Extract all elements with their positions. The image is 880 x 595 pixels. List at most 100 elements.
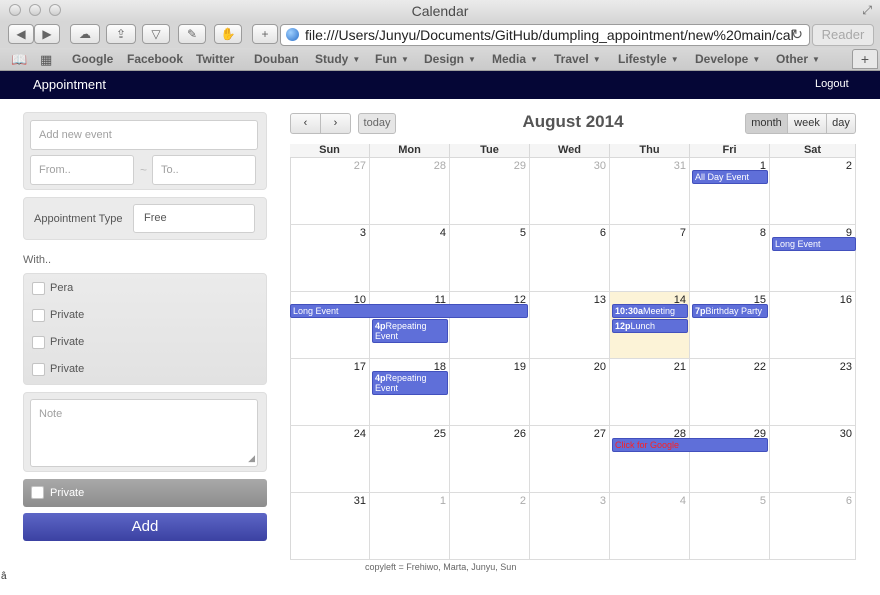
bookmark-folder-travel[interactable]: Travel ▼ <box>554 52 601 66</box>
participant-checkbox-private-1[interactable] <box>32 309 45 322</box>
day-cell[interactable]: 10 <box>290 292 370 359</box>
day-cell[interactable]: 30 <box>770 426 856 493</box>
day-cell[interactable]: 30 <box>530 158 610 225</box>
bookmark-folder-study[interactable]: Study ▼ <box>315 52 360 66</box>
calendar-event[interactable]: Long Event <box>772 237 856 251</box>
view-week-button[interactable]: week <box>787 113 827 134</box>
day-cell[interactable]: 8 <box>690 225 770 292</box>
day-cell[interactable]: 5 <box>450 225 530 292</box>
day-cell[interactable]: 17 <box>290 359 370 426</box>
to-input[interactable]: To.. <box>152 155 256 185</box>
day-cell[interactable]: 24 <box>290 426 370 493</box>
bookmark-folder-lifestyle[interactable]: Lifestyle ▼ <box>618 52 679 66</box>
bookmark-facebook[interactable]: Facebook <box>127 52 183 66</box>
day-cell[interactable]: 2 <box>450 493 530 560</box>
new-tab-button[interactable]: + <box>252 24 278 44</box>
day-cell[interactable]: 26 <box>450 426 530 493</box>
from-input[interactable]: From.. <box>30 155 134 185</box>
calendar-event[interactable]: 7pBirthday Party <box>692 304 768 318</box>
bookmark-folder-design[interactable]: Design ▼ <box>424 52 476 66</box>
weekday-header: Thu <box>610 144 690 158</box>
reader-button[interactable]: Reader <box>812 24 874 46</box>
calendar-event[interactable]: 10:30aMeeting <box>612 304 688 318</box>
day-cell[interactable]: 3 <box>290 225 370 292</box>
bookmark-folder-fun[interactable]: Fun ▼ <box>375 52 409 66</box>
icloud-tabs-button[interactable]: ☁ <box>70 24 100 44</box>
prev-month-button[interactable]: ‹ <box>290 113 321 134</box>
participant-checkbox-pera[interactable] <box>32 282 45 295</box>
bookmark-folder-media[interactable]: Media ▼ <box>492 52 538 66</box>
day-cell[interactable]: 31 <box>610 158 690 225</box>
bookmark-twitter[interactable]: Twitter <box>196 52 234 66</box>
day-cell[interactable]: 23 <box>770 359 856 426</box>
calendar-event[interactable]: 4pRepeating Event <box>372 319 448 343</box>
day-cell[interactable]: 22 <box>690 359 770 426</box>
day-number: 4 <box>439 227 446 239</box>
window-title: Calendar <box>411 3 469 19</box>
day-cell[interactable]: 4 <box>370 225 450 292</box>
resize-grip-icon[interactable]: ◢ <box>248 453 255 464</box>
add-tab-plus-icon[interactable]: + <box>852 49 878 69</box>
forward-button[interactable]: ▶ <box>34 24 60 44</box>
day-cell[interactable]: 12 <box>450 292 530 359</box>
day-cell[interactable]: 25 <box>370 426 450 493</box>
reload-icon[interactable]: ↻ <box>791 26 803 43</box>
day-cell[interactable]: 31 <box>290 493 370 560</box>
view-month-button[interactable]: month <box>745 113 788 134</box>
share-button[interactable]: ⇪ <box>106 24 136 44</box>
day-cell[interactable]: 27 <box>290 158 370 225</box>
view-day-button[interactable]: day <box>826 113 856 134</box>
calendar-event[interactable]: 12pLunch <box>612 319 688 333</box>
bookmark-douban[interactable]: Douban <box>254 52 299 66</box>
day-cell[interactable]: 6 <box>530 225 610 292</box>
day-cell[interactable]: 15 <box>690 292 770 359</box>
add-button[interactable]: Add <box>23 513 267 541</box>
day-cell[interactable]: 13 <box>530 292 610 359</box>
day-cell[interactable]: 1 <box>370 493 450 560</box>
private-toggle-bar[interactable]: Private <box>23 479 267 507</box>
day-cell[interactable]: 5 <box>690 493 770 560</box>
day-cell[interactable]: 6 <box>770 493 856 560</box>
bookmark-google[interactable]: Google <box>72 52 113 66</box>
day-cell[interactable]: 29 <box>690 426 770 493</box>
book-icon[interactable]: 📖 <box>11 52 27 68</box>
day-cell[interactable]: 28 <box>610 426 690 493</box>
appointment-type-input[interactable]: Free <box>133 204 255 233</box>
pocket-button[interactable]: ▽ <box>142 24 170 44</box>
participant-checkbox-private-3[interactable] <box>32 363 45 376</box>
day-cell[interactable]: 2 <box>770 158 856 225</box>
event-link-click-for-google[interactable]: Click for Google <box>612 438 768 452</box>
address-bar[interactable]: file:///Users/Junyu/Documents/GitHub/dum… <box>280 24 810 46</box>
bookmark-folder-develope[interactable]: Develope ▼ <box>695 52 760 66</box>
today-button[interactable]: today <box>358 113 396 134</box>
calendar-event[interactable]: All Day Event <box>692 170 768 184</box>
day-cell[interactable]: 28 <box>370 158 450 225</box>
day-cell[interactable]: 20 <box>530 359 610 426</box>
grid-icon[interactable]: ▦ <box>40 52 52 68</box>
new-event-input[interactable]: Add new event <box>30 120 258 150</box>
fullscreen-icon[interactable]: ⤢ <box>862 3 872 18</box>
app-brand[interactable]: Appointment <box>33 77 106 92</box>
day-cell[interactable]: 9 <box>770 225 856 292</box>
back-button[interactable]: ◀ <box>8 24 34 44</box>
day-number: 25 <box>433 428 446 440</box>
calendar-event[interactable]: 4pRepeating Event <box>372 371 448 395</box>
participant-checkbox-private-2[interactable] <box>32 336 45 349</box>
day-cell[interactable]: 21 <box>610 359 690 426</box>
day-cell[interactable]: 27 <box>530 426 610 493</box>
day-cell[interactable]: 7 <box>610 225 690 292</box>
private-checkbox[interactable] <box>31 486 44 499</box>
day-cell[interactable]: 4 <box>610 493 690 560</box>
calendar-event[interactable]: Long Event <box>290 304 528 318</box>
logout-link[interactable]: Logout <box>815 78 849 90</box>
day-cell[interactable]: 16 <box>770 292 856 359</box>
day-cell[interactable]: 3 <box>530 493 610 560</box>
extension-button[interactable]: ✎ <box>178 24 206 44</box>
day-cell[interactable]: 1 <box>690 158 770 225</box>
next-month-button[interactable]: › <box>320 113 351 134</box>
day-cell[interactable]: 19 <box>450 359 530 426</box>
adblock-button[interactable]: ✋ <box>214 24 242 44</box>
note-textarea[interactable]: Note ◢ <box>30 399 258 467</box>
day-cell[interactable]: 29 <box>450 158 530 225</box>
bookmark-folder-other[interactable]: Other ▼ <box>776 52 820 66</box>
